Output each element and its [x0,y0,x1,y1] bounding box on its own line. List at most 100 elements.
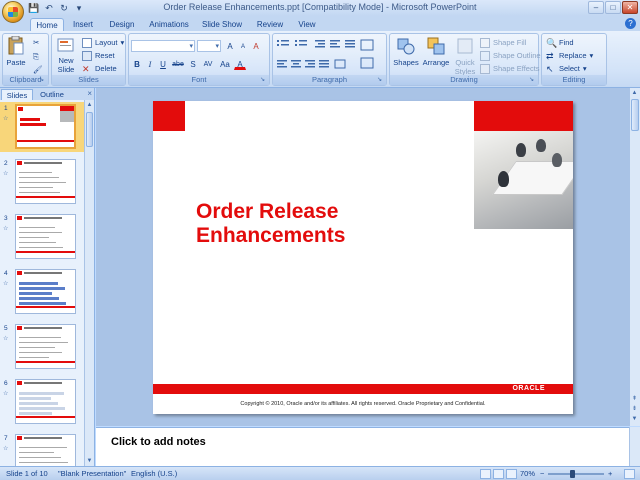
font-size-combo[interactable] [197,40,221,52]
slide-thumbnail-2[interactable]: 2 ☆ [0,157,85,207]
change-case-button[interactable]: Aa [217,58,233,70]
shapes-button[interactable]: Shapes [393,36,419,67]
paste-button[interactable]: Paste [5,35,27,67]
undo-icon[interactable]: ↶ [43,2,55,14]
character-spacing-button[interactable]: AV [200,58,216,70]
quick-styles-button[interactable]: Quick Styles [452,36,478,76]
clear-format-button[interactable]: A [250,40,262,52]
redo-icon[interactable]: ↻ [58,2,70,14]
new-slide-button[interactable]: New Slide [54,36,78,74]
font-color-button[interactable]: A [234,58,246,70]
notes-scrollbar[interactable] [629,427,640,466]
slide-thumbnail-5[interactable]: 5 ☆ [0,322,85,372]
customize-qat-icon[interactable]: ▾ [73,2,85,14]
normal-view-button[interactable] [480,469,491,479]
thumbnail-preview [15,104,76,149]
bold-button[interactable]: B [131,58,143,70]
panel-close-icon[interactable]: × [87,89,92,98]
slide-sorter-view-button[interactable] [493,469,504,479]
zoom-level[interactable]: 70% [520,469,535,479]
delete-slide-button[interactable]: ✕ Delete [82,63,117,74]
font-launcher-icon[interactable]: ↘ [260,77,267,84]
reset-button[interactable]: Reset [82,50,115,61]
layout-button[interactable]: Layout ▾ [82,37,124,48]
new-slide-label: New Slide [57,56,75,74]
slide-thumbnail-7[interactable]: 7 ☆ [0,432,85,466]
scroll-up-icon[interactable]: ▲ [630,88,639,98]
tab-review[interactable]: Review [252,18,288,31]
next-slide-icon[interactable]: ⇟ [630,404,639,414]
slide-scrollbar[interactable]: ▲ ⇞ ⇟ ▼ [629,88,640,426]
current-slide[interactable]: Order Release Enhancements ORACLE Copyri… [153,101,573,414]
slide-thumbnail-1[interactable]: 1 ☆ [0,102,85,152]
slide-title[interactable]: Order Release Enhancements [196,200,446,248]
zoom-in-button[interactable]: + [608,469,612,479]
tab-home[interactable]: Home [30,18,64,31]
cut-button[interactable]: ✂ [33,37,39,48]
minimize-button[interactable]: – [588,1,604,14]
font-name-combo[interactable] [131,40,195,52]
replace-button[interactable]: ⇄ Replace ▾ [546,50,593,61]
panel-scrollbar[interactable]: ▲ ▼ [84,100,94,466]
scroll-down-icon[interactable]: ▼ [630,414,639,424]
drawing-launcher-icon[interactable]: ↘ [529,77,536,84]
format-painter-button[interactable]: 🖌 [33,64,43,75]
paragraph-buttons-icon [277,39,374,69]
footer-bar [153,384,573,394]
tab-slides[interactable]: Slides [1,89,33,100]
fit-to-window-button[interactable] [624,469,635,479]
help-icon[interactable]: ? [625,18,636,29]
notes-pane[interactable]: Click to add notes [96,427,629,466]
shapes-icon [397,38,415,55]
tab-design[interactable]: Design [104,18,140,31]
shape-effects-button[interactable]: Shape Effects [480,63,540,74]
shrink-font-button[interactable]: A [237,40,249,52]
language[interactable]: English (U.S.) [131,469,177,479]
thumbnail-content-line [19,282,58,285]
strikethrough-button[interactable]: abe [170,58,186,70]
tab-slide-show[interactable]: Slide Show [198,18,246,31]
tab-outline[interactable]: Outline [35,89,69,100]
office-button[interactable] [2,1,24,23]
grow-font-button[interactable]: A [224,40,236,52]
maximize-button[interactable]: □ [605,1,621,14]
tab-animations[interactable]: Animations [144,18,194,31]
notes-placeholder[interactable]: Click to add notes [111,436,206,448]
animation-star-icon: ☆ [3,446,9,452]
scroll-up-icon[interactable]: ▲ [85,100,94,110]
previous-slide-icon[interactable]: ⇞ [630,394,639,404]
shadow-button[interactable]: S [187,58,199,70]
clipboard-launcher-icon[interactable]: ↘ [39,77,46,84]
slide-thumbnail-3[interactable]: 3 ☆ [0,212,85,262]
meeting-photo[interactable] [474,131,573,229]
paragraph-launcher-icon[interactable]: ↘ [377,77,384,84]
zoom-slider[interactable] [548,473,604,475]
slide-thumbnail-6[interactable]: 6 ☆ [0,377,85,427]
tab-insert[interactable]: Insert [66,18,100,31]
save-icon[interactable]: 💾 [28,2,40,14]
slide-show-view-button[interactable] [506,469,517,479]
underline-button[interactable]: U [157,58,169,70]
shape-outline-icon [480,50,490,61]
thumbnail-content-line [19,237,49,238]
panel-scroll-thumb[interactable] [86,112,93,147]
select-button[interactable]: ↖ Select ▾ [546,63,587,74]
shape-outline-label: Shape Outline [493,51,541,60]
slide-thumbnails: 1 ☆ 2 ☆ 3 ☆ 4 ☆ 5 ☆ 6 ☆ 7 ☆ [0,100,85,466]
arrange-button[interactable]: Arrange [422,36,450,67]
shape-fill-button[interactable]: Shape Fill [480,37,526,48]
thumbnail-red-bar [16,416,75,418]
tab-view[interactable]: View [292,18,322,31]
copy-button[interactable]: ⎘ [33,51,39,62]
zoom-slider-handle[interactable] [570,470,575,478]
zoom-out-button[interactable]: − [540,469,544,479]
italic-button[interactable]: I [144,58,156,70]
slide-scroll-thumb[interactable] [631,99,639,131]
slide-thumbnail-4[interactable]: 4 ☆ [0,267,85,317]
scroll-down-icon[interactable]: ▼ [85,456,94,466]
new-slide-icon [57,38,74,52]
close-button[interactable]: ✕ [622,1,638,14]
red-corner-block [153,101,185,131]
shape-outline-button[interactable]: Shape Outline [480,50,541,61]
find-button[interactable]: 🔍 Find [546,37,574,48]
